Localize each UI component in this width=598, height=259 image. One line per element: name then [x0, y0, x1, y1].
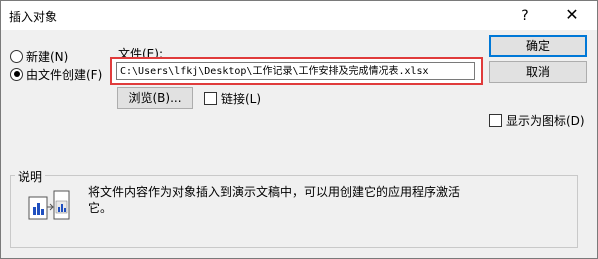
- file-path-highlight: C:\Users\lfkj\Desktop\工作记录\工作安排及完成情况表.xl…: [110, 57, 483, 85]
- display-as-icon-checkbox[interactable]: [489, 113, 502, 127]
- close-icon[interactable]: ✕: [560, 4, 584, 26]
- link-checkbox-row[interactable]: 链接(L): [204, 90, 261, 106]
- display-as-icon-label: 显示为图标(D): [506, 113, 585, 128]
- display-as-icon-row[interactable]: 显示为图标(D): [489, 112, 585, 128]
- radio-from-file-label: 由文件创建(F): [26, 67, 103, 82]
- radio-from-file-circle[interactable]: [10, 67, 23, 81]
- description-text: 将文件内容作为对象插入到演示文稿中，可以用创建它的应用程序激活它。: [88, 185, 461, 215]
- help-icon[interactable]: ?: [515, 6, 535, 26]
- link-checkbox[interactable]: [204, 91, 217, 105]
- title-bar: 插入对象 ? ✕: [1, 1, 597, 30]
- radio-new-circle[interactable]: [10, 49, 23, 63]
- browse-button[interactable]: 浏览(B)...: [117, 87, 193, 109]
- radio-create-new[interactable]: 新建(N): [10, 48, 68, 64]
- insert-object-dialog: 插入对象 ? ✕ 新建(N) 由文件创建(F) 文件(E): C:\Users\…: [0, 0, 598, 259]
- description-group-label: 说明: [15, 168, 46, 185]
- dialog-title: 插入对象: [9, 10, 58, 24]
- ok-button[interactable]: 确定: [489, 35, 587, 57]
- radio-create-from-file[interactable]: 由文件创建(F): [10, 66, 102, 82]
- file-path-input[interactable]: C:\Users\lfkj\Desktop\工作记录\工作安排及完成情况表.xl…: [116, 62, 475, 80]
- radio-new-label: 新建(N): [26, 49, 69, 64]
- link-label: 链接(L): [221, 91, 262, 106]
- cancel-button[interactable]: 取消: [489, 61, 587, 83]
- document-chart-icon: [28, 190, 70, 220]
